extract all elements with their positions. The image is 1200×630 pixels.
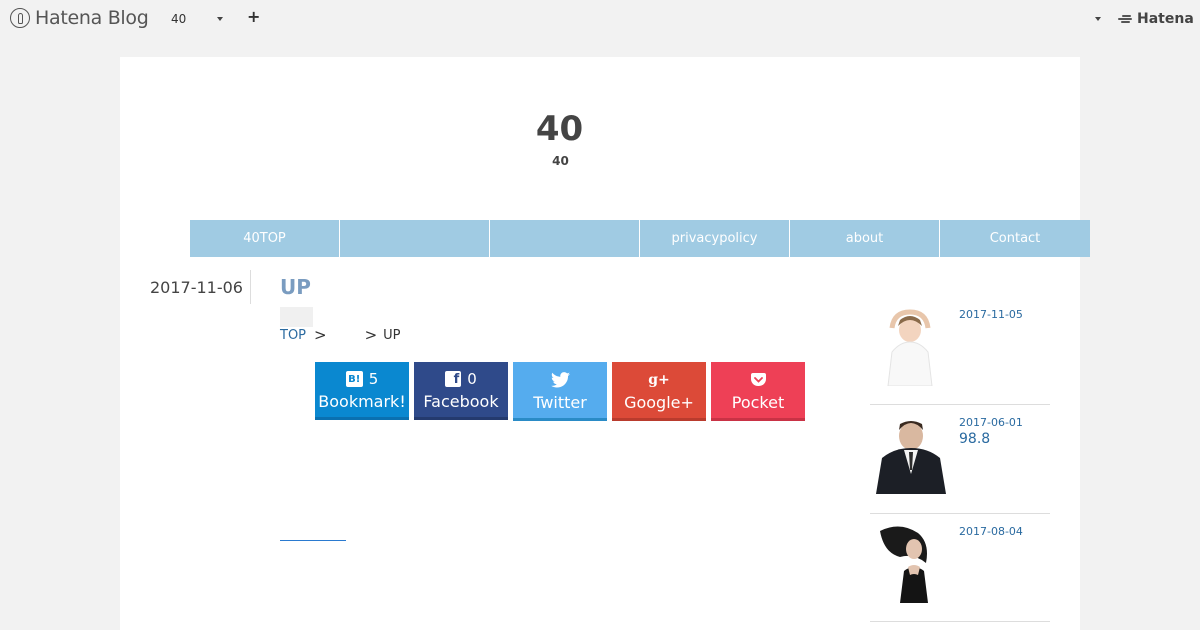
hatena-menu[interactable]: Hatena xyxy=(1118,11,1194,27)
pocket-icon xyxy=(750,373,766,386)
share-label: Bookmark! xyxy=(318,392,406,411)
breadcrumb-top-link[interactable]: TOP xyxy=(280,328,306,343)
share-label: Facebook xyxy=(423,392,499,411)
facebook-icon: f xyxy=(445,371,462,387)
divider xyxy=(870,513,1050,514)
facebook-share-button[interactable]: f 0 Facebook xyxy=(414,362,508,420)
breadcrumb-separator: > xyxy=(364,326,378,344)
breadcrumb-separator: > xyxy=(314,326,327,344)
share-label: Pocket xyxy=(731,392,785,412)
date-divider xyxy=(250,270,251,304)
entry-thumbnail[interactable] xyxy=(870,306,950,386)
hatena-bookmark-share-button[interactable]: B! 5 Bookmark! xyxy=(315,362,409,420)
bookmark-count: 5 xyxy=(368,370,379,388)
google-plus-icon: g+ xyxy=(648,371,670,388)
hatena-bird-icon xyxy=(1118,14,1134,24)
hatena-bookmark-icon: B! xyxy=(345,371,363,387)
blog-select[interactable]: 40 xyxy=(171,12,186,26)
top-bar: Hatena Blog 40 + Hatena xyxy=(0,0,1200,38)
entry-date[interactable]: 2017-11-06 xyxy=(150,278,243,297)
sidebar-entry[interactable]: 2017-08-04 xyxy=(870,523,1050,622)
sidebar-entry[interactable]: 2017-11-05 xyxy=(870,306,1050,405)
breadcrumb-current: UP xyxy=(383,327,401,343)
nav-item-about[interactable]: about xyxy=(790,220,940,257)
chevron-down-icon[interactable] xyxy=(217,17,223,21)
hatena-label: Hatena xyxy=(1137,11,1194,27)
logo-text: Hatena Blog xyxy=(35,7,149,29)
category-label[interactable] xyxy=(280,307,313,327)
sidebar-entry-date[interactable]: 2017-11-05 xyxy=(959,308,1023,321)
sidebar-entry-title[interactable]: 98.8 xyxy=(959,431,990,447)
entry-title[interactable]: UP xyxy=(280,275,311,299)
chevron-down-icon[interactable] xyxy=(1095,17,1101,21)
site-title[interactable]: 40 xyxy=(120,109,999,149)
facebook-count: 0 xyxy=(467,370,477,388)
sidebar-entry-date[interactable]: 2017-06-01 xyxy=(959,416,1023,429)
hatena-blog-logo-icon xyxy=(10,8,30,28)
add-button[interactable]: + xyxy=(247,9,260,25)
share-label: Twitter xyxy=(533,392,587,412)
share-label: Google+ xyxy=(624,392,694,412)
pocket-share-button[interactable]: Pocket xyxy=(711,362,805,421)
sidebar-entry-date[interactable]: 2017-08-04 xyxy=(959,525,1023,538)
link-underline[interactable] xyxy=(280,540,346,541)
nav-item-2[interactable] xyxy=(340,220,490,257)
nav-item-3[interactable] xyxy=(490,220,640,257)
nav-item-contact[interactable]: Contact xyxy=(940,220,1090,257)
global-nav: 40TOP privacypolicy about Contact xyxy=(190,220,1090,257)
divider xyxy=(870,621,1050,622)
twitter-share-button[interactable]: Twitter xyxy=(513,362,607,421)
hatena-blog-logo[interactable]: Hatena Blog xyxy=(10,6,149,30)
nav-item-privacypolicy[interactable]: privacypolicy xyxy=(640,220,790,257)
entry-thumbnail[interactable] xyxy=(870,414,950,494)
entry-thumbnail[interactable] xyxy=(870,523,950,603)
google-plus-share-button[interactable]: g+ Google+ xyxy=(612,362,706,421)
sidebar-entry[interactable]: 2017-06-01 98.8 xyxy=(870,414,1050,514)
site-subtitle: 40 xyxy=(552,154,569,168)
twitter-icon xyxy=(550,371,570,388)
nav-item-top[interactable]: 40TOP xyxy=(190,220,340,257)
divider xyxy=(870,404,1050,405)
breadcrumb: TOP > > UP xyxy=(280,326,401,344)
